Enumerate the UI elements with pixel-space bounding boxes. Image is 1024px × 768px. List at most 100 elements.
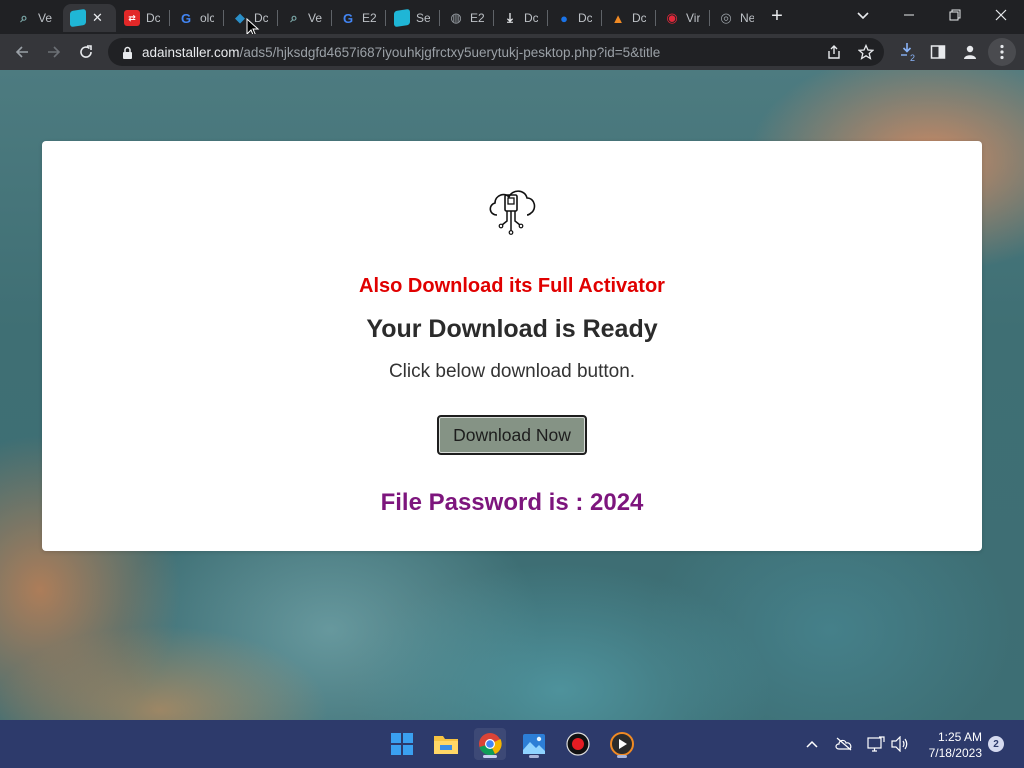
restore-icon bbox=[949, 9, 961, 21]
taskbar-clock[interactable]: 1:25 AM 7/18/2023 bbox=[920, 729, 982, 761]
lock-icon[interactable] bbox=[120, 45, 134, 59]
browser-tab[interactable]: ⌕ Ve bbox=[9, 4, 59, 32]
back-button[interactable] bbox=[8, 38, 36, 66]
browser-tab[interactable]: ◍ E2 bbox=[441, 4, 491, 32]
download-instruction-text: Click below download button. bbox=[388, 361, 636, 382]
network-monitor-icon bbox=[867, 736, 885, 752]
google-icon: G bbox=[180, 10, 192, 26]
chrome-taskbar-button[interactable] bbox=[474, 728, 506, 760]
browser-tab[interactable]: ◎ Ne bbox=[711, 4, 761, 32]
download-now-button[interactable]: Download Now bbox=[437, 415, 587, 455]
chrome-icon: ◎ bbox=[720, 10, 732, 25]
address-bar[interactable]: adainstaller.com/ads5/hjksdgfd4657i687iy… bbox=[108, 38, 884, 66]
tab-search-button[interactable] bbox=[852, 6, 874, 26]
globe-icon: ◍ bbox=[450, 10, 462, 25]
bookmark-star-icon[interactable] bbox=[858, 44, 874, 60]
browser-tab[interactable]: ▲ Dc bbox=[603, 4, 653, 32]
tab-separator bbox=[169, 10, 170, 26]
profile-button[interactable] bbox=[956, 38, 984, 66]
browser-tab[interactable]: ⤓ Dc bbox=[495, 4, 545, 32]
clock-date: 7/18/2023 bbox=[928, 746, 982, 760]
reload-button[interactable] bbox=[72, 38, 100, 66]
tab-separator bbox=[277, 10, 278, 26]
tab-separator bbox=[601, 10, 602, 26]
search-icon: ⌕ bbox=[290, 10, 298, 25]
tab-title: E2 bbox=[470, 11, 484, 25]
tab-separator bbox=[223, 10, 224, 26]
clock-time: 1:25 AM bbox=[937, 730, 982, 744]
browser-toolbar: adainstaller.com/ads5/hjksdgfd4657i687iy… bbox=[0, 34, 1024, 70]
active-app-indicator bbox=[483, 755, 497, 758]
tab-title: E2 bbox=[362, 11, 376, 25]
running-app-indicator bbox=[617, 755, 627, 758]
network-button[interactable] bbox=[866, 734, 886, 754]
browser-tab[interactable]: ⇄ Dc bbox=[117, 4, 167, 32]
forward-button[interactable] bbox=[40, 38, 68, 66]
download-card: Also Download its Full Activator Your Do… bbox=[42, 141, 982, 551]
more-vertical-icon bbox=[1000, 44, 1004, 60]
record-icon: ◉ bbox=[666, 10, 678, 25]
browser-tab[interactable]: ◉ Vir bbox=[657, 4, 707, 32]
file-password-text: File Password is : 2024 bbox=[380, 489, 644, 516]
cyan-square-icon bbox=[70, 8, 86, 28]
screen-recorder-button[interactable] bbox=[562, 728, 594, 760]
cyan-square-icon bbox=[394, 8, 410, 28]
page-viewport: Also Download its Full Activator Your Do… bbox=[0, 70, 1024, 720]
tab-title: Ve bbox=[308, 11, 322, 25]
url-path: /ads5/hjksdgfd4657i687iyouhkjgfrctxy5uer… bbox=[239, 44, 661, 60]
tab-title: Ne bbox=[740, 11, 754, 25]
media-player-icon bbox=[610, 732, 634, 756]
tab-title: Vir bbox=[686, 11, 700, 25]
red-arrows-icon: ⇄ bbox=[124, 10, 140, 26]
tab-title: Dc bbox=[146, 11, 160, 25]
show-hidden-icons-button[interactable] bbox=[802, 734, 822, 754]
window-controls bbox=[886, 0, 1024, 32]
photos-icon bbox=[523, 734, 545, 754]
record-icon bbox=[566, 732, 590, 756]
arrow-left-icon bbox=[15, 46, 28, 58]
blue-circle-icon: ● bbox=[560, 10, 568, 26]
downloads-button[interactable]: 2 bbox=[894, 38, 922, 66]
notification-count-badge[interactable]: 2 bbox=[988, 736, 1004, 752]
tab-title: Dc bbox=[524, 11, 538, 25]
chevron-down-icon bbox=[857, 12, 869, 20]
browser-tab[interactable]: ● Dc bbox=[549, 4, 599, 32]
browser-tab[interactable]: ✕ bbox=[63, 4, 116, 32]
share-icon[interactable] bbox=[826, 44, 842, 60]
new-tab-button[interactable]: + bbox=[766, 6, 788, 28]
close-tab-icon[interactable]: ✕ bbox=[92, 10, 103, 26]
windows-start-icon bbox=[391, 733, 413, 755]
side-panel-button[interactable] bbox=[924, 38, 952, 66]
url-host: adainstaller.com bbox=[142, 44, 240, 60]
photos-button[interactable] bbox=[518, 728, 550, 760]
start-button[interactable] bbox=[386, 728, 418, 760]
file-explorer-button[interactable] bbox=[430, 728, 462, 760]
minimize-icon bbox=[904, 14, 914, 16]
restore-button[interactable] bbox=[932, 0, 978, 30]
profile-icon bbox=[964, 45, 976, 59]
tab-strip: ⌕ Ve ✕ ⇄ Dc Golc ◆ Dc ⌕ Ve G E2 Se ◍ E2 ⤓ Dc ● Dc ▲ Dc ◉ Vir ◎ N… bbox=[0, 0, 1024, 38]
media-player-button[interactable] bbox=[606, 728, 638, 760]
browser-tab[interactable]: G E2 bbox=[333, 4, 383, 32]
tab-title: Dc bbox=[578, 11, 592, 25]
search-icon: ⌕ bbox=[20, 10, 28, 25]
url-text[interactable]: adainstaller.com/ads5/hjksdgfd4657i687iy… bbox=[142, 45, 802, 60]
tab-separator bbox=[655, 10, 656, 26]
menu-button[interactable] bbox=[988, 38, 1016, 66]
onedrive-button[interactable] bbox=[834, 734, 854, 754]
browser-tab[interactable]: Golc bbox=[171, 4, 221, 32]
fruit-icon: ▲ bbox=[611, 10, 625, 26]
tab-separator bbox=[493, 10, 494, 26]
chrome-icon bbox=[479, 733, 502, 756]
windows-taskbar: 1:25 AM 7/18/2023 2 bbox=[0, 720, 1024, 768]
close-window-button[interactable] bbox=[978, 0, 1024, 30]
running-app-indicator bbox=[529, 755, 539, 758]
volume-button[interactable] bbox=[890, 734, 910, 754]
tab-title: Dc bbox=[632, 11, 646, 25]
browser-tab[interactable]: ⌕ Ve bbox=[279, 4, 329, 32]
download-icon: ⤓ bbox=[507, 10, 513, 25]
minimize-button[interactable] bbox=[886, 0, 932, 30]
folder-icon bbox=[434, 736, 458, 754]
browser-tab[interactable]: Se bbox=[387, 4, 437, 32]
also-download-activator-text: Also Download its Full Activator bbox=[359, 275, 665, 297]
